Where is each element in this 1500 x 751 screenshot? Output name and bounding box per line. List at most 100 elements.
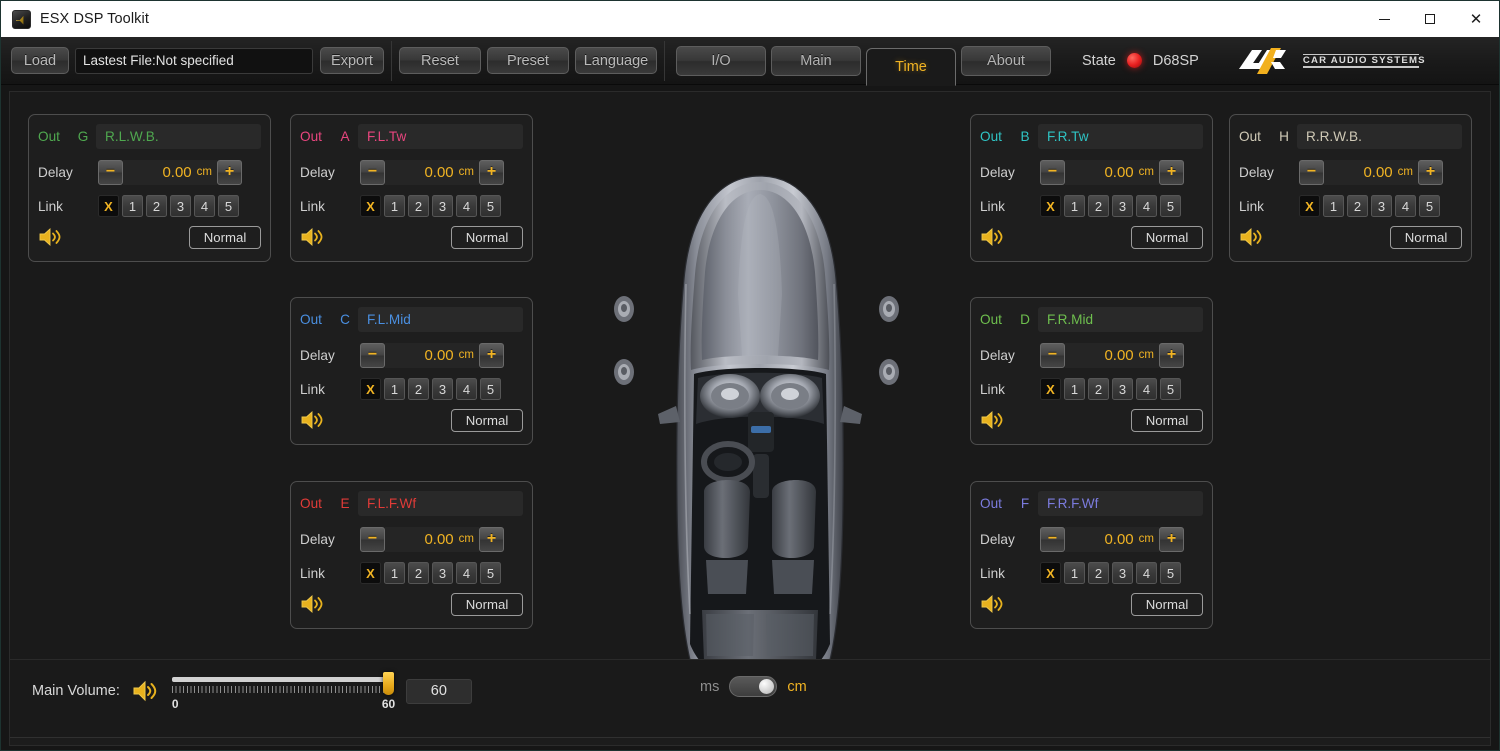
phase-button[interactable]: Normal bbox=[451, 408, 523, 432]
out-channel-name[interactable]: R.L.W.B. bbox=[96, 124, 261, 149]
delay-decrement-button[interactable]: − bbox=[360, 526, 385, 552]
preset-button[interactable]: Preset bbox=[487, 47, 569, 74]
reset-button[interactable]: Reset bbox=[399, 47, 481, 74]
out-channel-name[interactable]: F.L.F.Wf bbox=[358, 491, 523, 516]
out-channel-name[interactable]: F.R.F.Wf bbox=[1038, 491, 1203, 516]
delay-value-box[interactable]: 0.00 cm bbox=[1065, 526, 1159, 552]
delay-decrement-button[interactable]: − bbox=[98, 159, 123, 185]
mute-speaker-icon[interactable] bbox=[980, 226, 1006, 248]
link-option-x[interactable]: X bbox=[360, 378, 381, 400]
delay-decrement-button[interactable]: − bbox=[360, 159, 385, 185]
close-button[interactable]: ✕ bbox=[1453, 1, 1499, 37]
volume-slider-thumb[interactable] bbox=[382, 672, 394, 695]
phase-button[interactable]: Normal bbox=[189, 225, 261, 249]
link-option-5[interactable]: 5 bbox=[480, 562, 501, 584]
link-option-2[interactable]: 2 bbox=[1088, 378, 1109, 400]
language-button[interactable]: Language bbox=[575, 47, 657, 74]
link-option-5[interactable]: 5 bbox=[480, 195, 501, 217]
delay-decrement-button[interactable]: − bbox=[1040, 159, 1065, 185]
maximize-button[interactable] bbox=[1407, 1, 1453, 37]
mute-speaker-icon[interactable] bbox=[980, 409, 1006, 431]
delay-decrement-button[interactable]: − bbox=[1299, 159, 1324, 185]
tab-i-o[interactable]: I/O bbox=[676, 45, 766, 76]
link-option-x[interactable]: X bbox=[1040, 378, 1061, 400]
delay-increment-button[interactable]: + bbox=[479, 342, 504, 368]
link-option-x[interactable]: X bbox=[360, 562, 381, 584]
delay-value-box[interactable]: 0.00 cm bbox=[1065, 159, 1159, 185]
delay-increment-button[interactable]: + bbox=[1159, 526, 1184, 552]
link-option-1[interactable]: 1 bbox=[1064, 562, 1085, 584]
volume-readout[interactable]: 60 bbox=[405, 678, 472, 704]
tab-time[interactable]: Time bbox=[866, 47, 956, 86]
link-option-4[interactable]: 4 bbox=[1136, 378, 1157, 400]
link-option-x[interactable]: X bbox=[1040, 562, 1061, 584]
link-option-3[interactable]: 3 bbox=[1371, 195, 1392, 217]
link-option-4[interactable]: 4 bbox=[456, 378, 477, 400]
unit-toggle-switch[interactable] bbox=[729, 676, 778, 697]
delay-decrement-button[interactable]: − bbox=[360, 342, 385, 368]
delay-value-box[interactable]: 0.00 cm bbox=[123, 159, 217, 185]
out-channel-name[interactable]: F.L.Tw bbox=[358, 124, 523, 149]
link-option-1[interactable]: 1 bbox=[1323, 195, 1344, 217]
link-option-2[interactable]: 2 bbox=[408, 195, 429, 217]
link-option-5[interactable]: 5 bbox=[218, 195, 239, 217]
mute-speaker-icon[interactable] bbox=[300, 593, 326, 615]
delay-increment-button[interactable]: + bbox=[1159, 342, 1184, 368]
link-option-1[interactable]: 1 bbox=[1064, 378, 1085, 400]
out-channel-name[interactable]: F.R.Mid bbox=[1038, 307, 1203, 332]
link-option-5[interactable]: 5 bbox=[1160, 562, 1181, 584]
delay-value-box[interactable]: 0.00 cm bbox=[1324, 159, 1418, 185]
link-option-2[interactable]: 2 bbox=[146, 195, 167, 217]
link-option-2[interactable]: 2 bbox=[408, 378, 429, 400]
link-option-2[interactable]: 2 bbox=[1088, 195, 1109, 217]
link-option-2[interactable]: 2 bbox=[1088, 562, 1109, 584]
link-option-3[interactable]: 3 bbox=[1112, 195, 1133, 217]
phase-button[interactable]: Normal bbox=[451, 592, 523, 616]
link-option-5[interactable]: 5 bbox=[480, 378, 501, 400]
link-option-2[interactable]: 2 bbox=[1347, 195, 1368, 217]
latest-file-field[interactable]: Lastest File:Not specified bbox=[75, 47, 313, 74]
delay-increment-button[interactable]: + bbox=[479, 526, 504, 552]
out-channel-name[interactable]: F.L.Mid bbox=[358, 307, 523, 332]
link-option-x[interactable]: X bbox=[1040, 195, 1061, 217]
tab-main[interactable]: Main bbox=[771, 45, 861, 76]
out-channel-name[interactable]: R.R.W.B. bbox=[1297, 124, 1462, 149]
link-option-1[interactable]: 1 bbox=[384, 562, 405, 584]
delay-increment-button[interactable]: + bbox=[217, 159, 242, 185]
link-option-2[interactable]: 2 bbox=[408, 562, 429, 584]
unit-label-ms[interactable]: ms bbox=[700, 679, 719, 695]
mute-speaker-icon[interactable] bbox=[300, 409, 326, 431]
volume-slider[interactable]: 0 60 bbox=[171, 672, 395, 711]
load-button[interactable]: Load bbox=[11, 47, 69, 74]
phase-button[interactable]: Normal bbox=[1131, 225, 1203, 249]
delay-decrement-button[interactable]: − bbox=[1040, 342, 1065, 368]
link-option-3[interactable]: 3 bbox=[432, 195, 453, 217]
mute-speaker-icon[interactable] bbox=[1239, 226, 1265, 248]
delay-increment-button[interactable]: + bbox=[479, 159, 504, 185]
volume-speaker-icon[interactable] bbox=[131, 679, 159, 703]
link-option-3[interactable]: 3 bbox=[170, 195, 191, 217]
link-option-5[interactable]: 5 bbox=[1160, 195, 1181, 217]
mute-speaker-icon[interactable] bbox=[38, 226, 64, 248]
link-option-1[interactable]: 1 bbox=[384, 378, 405, 400]
link-option-x[interactable]: X bbox=[360, 195, 381, 217]
out-channel-name[interactable]: F.R.Tw bbox=[1038, 124, 1203, 149]
link-option-1[interactable]: 1 bbox=[1064, 195, 1085, 217]
link-option-4[interactable]: 4 bbox=[456, 195, 477, 217]
link-option-4[interactable]: 4 bbox=[194, 195, 215, 217]
link-option-3[interactable]: 3 bbox=[1112, 562, 1133, 584]
delay-increment-button[interactable]: + bbox=[1159, 159, 1184, 185]
unit-label-cm[interactable]: cm bbox=[787, 679, 806, 695]
tab-about[interactable]: About bbox=[961, 45, 1051, 76]
minimize-button[interactable] bbox=[1361, 1, 1407, 37]
link-option-3[interactable]: 3 bbox=[432, 562, 453, 584]
link-option-4[interactable]: 4 bbox=[456, 562, 477, 584]
mute-speaker-icon[interactable] bbox=[300, 226, 326, 248]
phase-button[interactable]: Normal bbox=[1390, 225, 1462, 249]
phase-button[interactable]: Normal bbox=[1131, 408, 1203, 432]
link-option-4[interactable]: 4 bbox=[1136, 195, 1157, 217]
link-option-3[interactable]: 3 bbox=[432, 378, 453, 400]
link-option-4[interactable]: 4 bbox=[1136, 562, 1157, 584]
delay-value-box[interactable]: 0.00 cm bbox=[385, 342, 479, 368]
phase-button[interactable]: Normal bbox=[1131, 592, 1203, 616]
